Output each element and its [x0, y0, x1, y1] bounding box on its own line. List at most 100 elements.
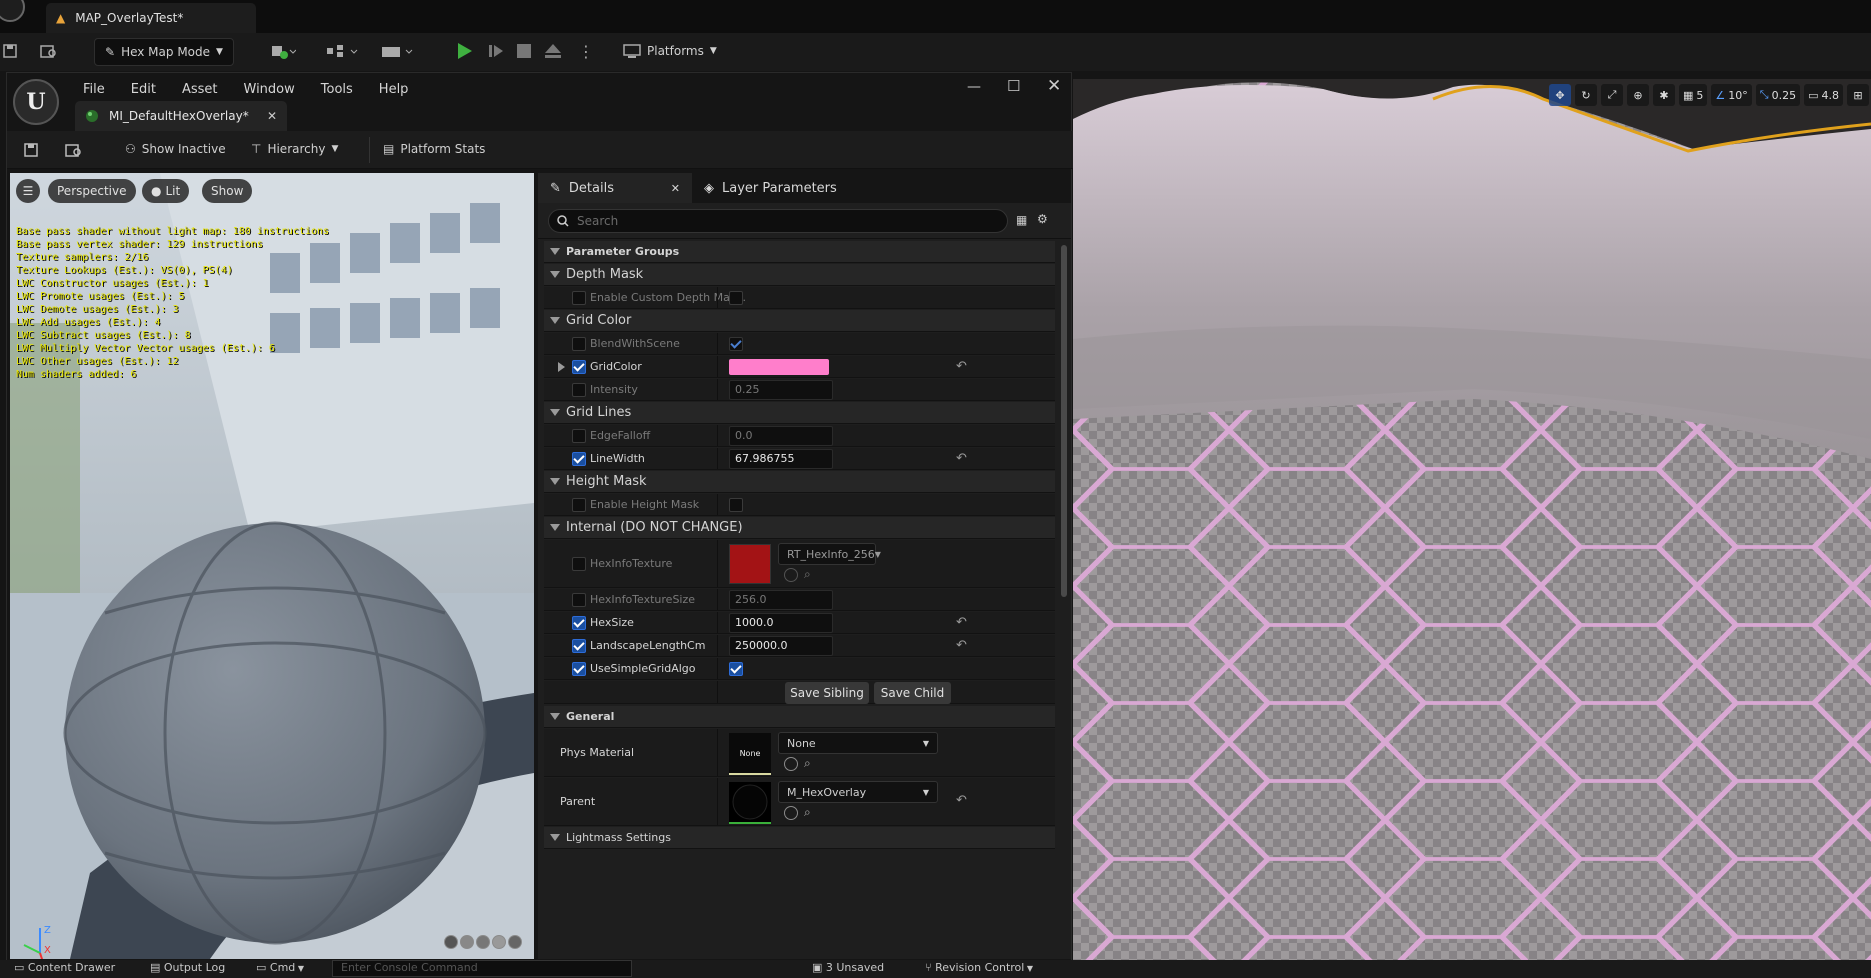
maximize-icon[interactable]: ☐	[1007, 77, 1020, 95]
rotate-mode-icon[interactable]: ↻	[1575, 84, 1597, 106]
reset-to-default-icon[interactable]: ↶	[956, 793, 967, 808]
show-button[interactable]: Show	[202, 179, 253, 203]
menu-asset[interactable]: Asset	[182, 82, 218, 97]
menu-window[interactable]: Window	[244, 82, 295, 97]
output-log-button[interactable]: ▤ Output Log	[150, 961, 225, 974]
expand-arrow-icon[interactable]	[558, 362, 565, 372]
use-selected-icon[interactable]	[784, 757, 798, 771]
asset-tab[interactable]: MI_DefaultHexOverlay* ✕	[75, 101, 287, 131]
parent-combo[interactable]: M_HexOverlay ▼	[778, 781, 938, 803]
cmd-selector[interactable]: ▭ Cmd ▼	[256, 961, 304, 974]
value-checkbox[interactable]	[729, 291, 743, 305]
browse-asset-icon[interactable]: ⌕	[804, 805, 811, 820]
cylinder-icon[interactable]	[444, 935, 458, 949]
value-checkbox[interactable]	[729, 662, 743, 676]
minimize-icon[interactable]: —	[967, 79, 981, 95]
value-checkbox[interactable]	[729, 498, 743, 512]
perspective-button[interactable]: Perspective	[48, 179, 136, 203]
landscape-length-field[interactable]: 250000.0	[729, 636, 833, 656]
search-input[interactable]: Search	[548, 209, 1008, 233]
texture-size-field[interactable]: 256.0	[729, 590, 833, 610]
stop-icon[interactable]	[517, 44, 531, 58]
override-checkbox[interactable]	[572, 593, 586, 607]
close-tab-icon[interactable]: ✕	[671, 182, 680, 195]
console-input[interactable]: Enter Console Command	[332, 960, 632, 977]
category-general[interactable]: General	[544, 706, 1055, 728]
save-sibling-button[interactable]: Save Sibling	[785, 682, 869, 704]
use-selected-icon[interactable]	[784, 806, 798, 820]
cinematics-icon[interactable]	[380, 43, 414, 59]
content-drawer-button[interactable]: ▭ Content Drawer	[14, 961, 115, 974]
reset-to-default-icon[interactable]: ↶	[956, 451, 967, 466]
hex-size-field[interactable]: 1000.0	[729, 613, 833, 633]
gear-icon[interactable]: ⚙	[1037, 212, 1048, 226]
override-checkbox[interactable]	[572, 291, 586, 305]
override-checkbox[interactable]	[572, 383, 586, 397]
unsaved-button[interactable]: ▣ 3 Unsaved	[812, 961, 884, 974]
phys-material-thumbnail[interactable]: None	[729, 733, 771, 775]
close-tab-icon[interactable]: ✕	[267, 109, 277, 123]
value-checkbox[interactable]	[729, 337, 743, 351]
layout-icon[interactable]: ⊞	[1847, 84, 1869, 106]
override-checkbox[interactable]	[572, 639, 586, 653]
blueprint-icon[interactable]	[325, 43, 359, 59]
show-inactive-button[interactable]: ⚇ Show Inactive	[125, 142, 226, 156]
plane-icon[interactable]	[476, 935, 490, 949]
reset-to-default-icon[interactable]: ↶	[956, 359, 967, 374]
eject-icon[interactable]	[545, 44, 561, 58]
category-parameter-groups[interactable]: Parameter Groups	[544, 241, 1055, 263]
surface-snap-icon[interactable]: ✱	[1653, 84, 1675, 106]
menu-edit[interactable]: Edit	[131, 82, 156, 97]
world-local-icon[interactable]: ⊕	[1627, 84, 1649, 106]
mode-selector[interactable]: ✎ Hex Map Mode ▼	[94, 38, 234, 66]
sphere-icon[interactable]	[460, 935, 474, 949]
scale-snap-button[interactable]: ⤡ 0.25	[1755, 84, 1801, 106]
lit-button[interactable]: ● Lit	[142, 179, 190, 203]
override-checkbox[interactable]	[572, 429, 586, 443]
override-checkbox[interactable]	[572, 498, 586, 512]
texture-combo[interactable]: RT_HexInfo_256 ▼	[778, 543, 881, 565]
intensity-field[interactable]: 0.25	[729, 380, 833, 400]
scrollbar[interactable]	[1061, 245, 1067, 597]
advance-frame-icon[interactable]	[488, 44, 504, 58]
menu-tools[interactable]: Tools	[321, 82, 353, 97]
tab-layer-parameters[interactable]: ◈ Layer Parameters	[692, 173, 849, 203]
group-internal[interactable]: Internal (DO NOT CHANGE)	[544, 517, 1055, 539]
scale-mode-icon[interactable]: ⤢	[1601, 84, 1623, 106]
group-height-mask[interactable]: Height Mask	[544, 471, 1055, 493]
add-actor-icon[interactable]	[270, 43, 296, 59]
override-checkbox[interactable]	[572, 616, 586, 630]
grid-color-swatch[interactable]	[729, 359, 829, 375]
level-viewport[interactable]: ✥ ↻ ⤢ ⊕ ✱ ▦ 5 ∠ 10° ⤡ 0.25 ▭ 4.8 ⊞	[1073, 79, 1871, 978]
camera-speed-button[interactable]: ▭ 4.8	[1804, 84, 1843, 106]
group-depth-mask[interactable]: Depth Mask	[544, 264, 1055, 286]
cube-icon[interactable]	[492, 935, 506, 949]
group-grid-lines[interactable]: Grid Lines	[544, 402, 1055, 424]
save-child-button[interactable]: Save Child	[874, 682, 951, 704]
group-grid-color[interactable]: Grid Color	[544, 310, 1055, 332]
browse-icon[interactable]	[65, 142, 83, 158]
texture-thumbnail[interactable]	[729, 544, 771, 584]
browse-icon[interactable]	[40, 43, 58, 59]
override-checkbox[interactable]	[572, 662, 586, 676]
override-checkbox[interactable]	[572, 360, 586, 374]
revision-control-button[interactable]: ⑂ Revision Control ▼	[925, 961, 1033, 974]
use-selected-icon[interactable]	[784, 568, 798, 582]
level-tab[interactable]: ▲ MAP_OverlayTest*	[46, 3, 256, 33]
phys-material-combo[interactable]: None ▼	[778, 732, 938, 754]
override-checkbox[interactable]	[572, 337, 586, 351]
browse-asset-icon[interactable]: ⌕	[804, 756, 811, 771]
material-preview-viewport[interactable]: ☰ Perspective ● Lit Show Base pass shader…	[10, 173, 534, 959]
reset-to-default-icon[interactable]: ↶	[956, 615, 967, 630]
more-options-icon[interactable]: ⋮	[578, 42, 594, 61]
category-lightmass[interactable]: Lightmass Settings	[544, 827, 1055, 849]
override-checkbox[interactable]	[572, 452, 586, 466]
edge-falloff-field[interactable]: 0.0	[729, 426, 833, 446]
platform-stats-button[interactable]: ▤ Platform Stats	[383, 142, 485, 156]
save-icon[interactable]	[23, 142, 39, 158]
rotation-snap-button[interactable]: ∠ 10°	[1711, 84, 1752, 106]
menu-help[interactable]: Help	[379, 82, 409, 97]
table-view-icon[interactable]: ▦	[1016, 213, 1027, 227]
line-width-field[interactable]: 67.986755	[729, 449, 833, 469]
play-icon[interactable]	[455, 42, 473, 60]
